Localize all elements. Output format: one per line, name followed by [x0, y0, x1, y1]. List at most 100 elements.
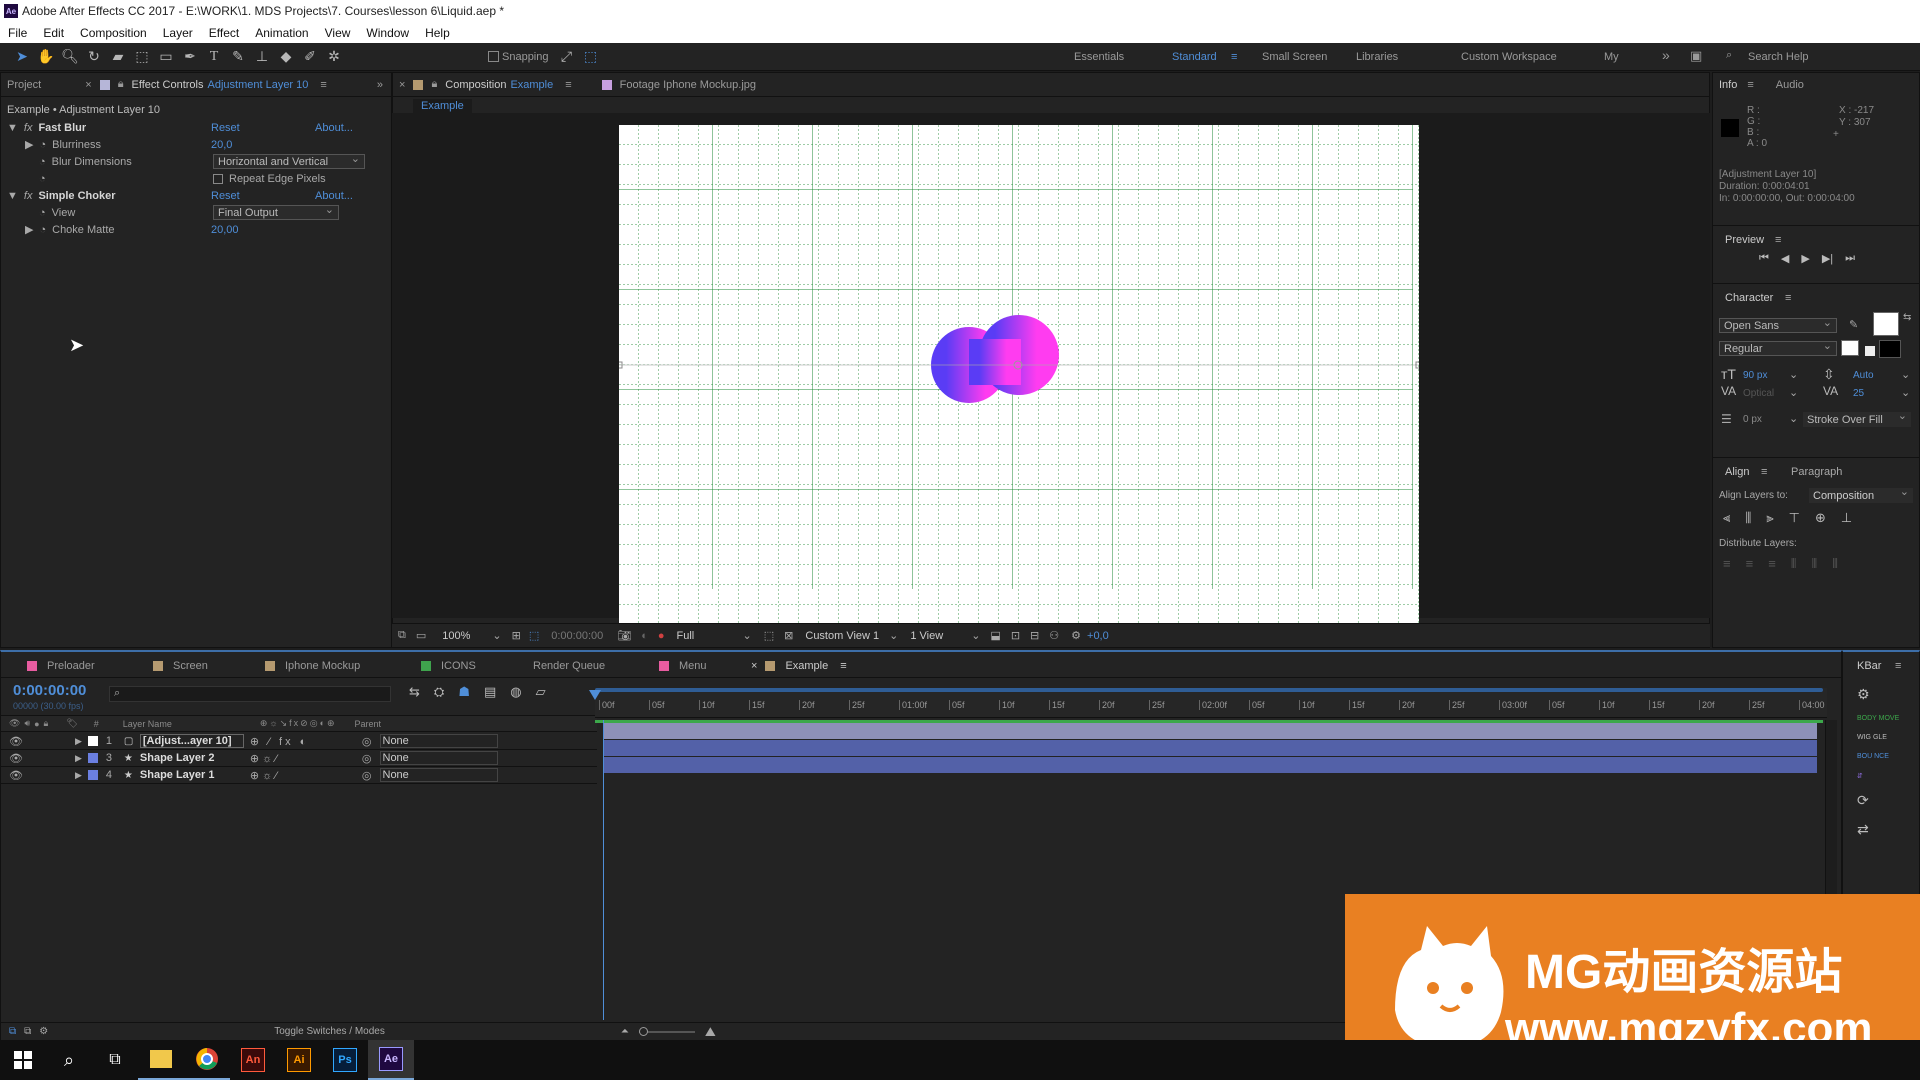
kbar-settings-icon[interactable]: ⚙	[1857, 686, 1899, 703]
tracking-value[interactable]: 25	[1853, 388, 1864, 399]
layer-duration-bar[interactable]	[603, 757, 1817, 773]
zoom-tool-icon[interactable]: 🔍︎	[58, 46, 82, 68]
about-button[interactable]: About...	[315, 122, 353, 134]
view-dropdown[interactable]: Custom View 1	[805, 630, 879, 642]
snap-options-icon[interactable]: ⤢	[555, 46, 579, 68]
clone-stamp-tool-icon[interactable]: ⊥	[250, 46, 274, 68]
expand-arrow-icon[interactable]: ▶	[25, 223, 33, 236]
next-frame-icon[interactable]: ▶|	[1822, 252, 1833, 265]
close-tab-icon[interactable]: ×	[751, 660, 757, 672]
comp-flowchart-icon[interactable]: ⊟	[1030, 629, 1039, 642]
tab-info[interactable]: Info	[1719, 79, 1737, 91]
align-center-h-icon[interactable]: ⫼	[1745, 510, 1751, 526]
timeline-tab-active[interactable]: × Example ≡	[751, 660, 847, 672]
expand-arrow-icon[interactable]: ▶	[75, 736, 82, 747]
panel-menu-icon[interactable]: ≡	[1895, 660, 1901, 672]
timeline-tab[interactable]: ICONS	[421, 660, 476, 672]
chevron-down-icon[interactable]: ⌄	[1901, 386, 1910, 399]
panel-menu-icon[interactable]: ≡	[320, 79, 326, 91]
tab-effect-controls[interactable]: Effect Controls	[132, 79, 204, 91]
snap-target-icon[interactable]: ⬚	[579, 46, 603, 68]
workspace-menu-icon[interactable]: ≡	[1231, 51, 1237, 63]
type-tool-icon[interactable]: T	[202, 46, 226, 68]
expand-layer-switches-icon[interactable]: ⧉	[9, 1026, 16, 1037]
visibility-eye-icon[interactable]: 👁︎	[9, 752, 23, 765]
menu-animation[interactable]: Animation	[255, 26, 308, 40]
menu-file[interactable]: File	[8, 26, 27, 40]
stroke-width-value[interactable]: 0 px	[1743, 414, 1762, 425]
workspace-toggle-icon[interactable]: ▣	[1690, 48, 1702, 64]
menu-window[interactable]: Window	[366, 26, 409, 40]
panel-menu-icon[interactable]: ≡	[1775, 234, 1781, 246]
layer-label-color[interactable]	[87, 770, 98, 780]
tab-footage[interactable]: Footage Iphone Mockup.jpg	[620, 79, 756, 91]
font-style-dropdown[interactable]: Regular	[1719, 339, 1837, 356]
first-frame-icon[interactable]: ⏮	[1759, 252, 1769, 265]
snapping-checkbox[interactable]	[486, 46, 500, 68]
pickwhip-icon[interactable]: ◎	[362, 769, 372, 782]
menu-composition[interactable]: Composition	[80, 26, 147, 40]
collapse-arrow-icon[interactable]: ▼	[7, 190, 18, 202]
photoshop-icon[interactable]: Ps	[322, 1040, 368, 1080]
tab-paragraph[interactable]: Paragraph	[1791, 466, 1842, 478]
after-effects-icon[interactable]: Ae	[368, 1040, 414, 1080]
menu-effect[interactable]: Effect	[209, 26, 239, 40]
always-preview-icon[interactable]: ⧉	[398, 629, 406, 642]
menu-edit[interactable]: Edit	[43, 26, 64, 40]
fx-icon[interactable]: fx	[24, 190, 33, 202]
work-area-bar[interactable]	[595, 688, 1823, 692]
current-time-display[interactable]: 0:00:00:00	[13, 682, 86, 699]
show-snapshot-icon[interactable]: ◐	[641, 630, 648, 642]
lock-icon[interactable]: 🔒︎	[431, 78, 437, 91]
close-tab-icon[interactable]: ×	[85, 79, 91, 91]
kbar-swap-icon[interactable]: ⇄	[1857, 821, 1899, 838]
menu-view[interactable]: View	[325, 26, 351, 40]
tab-audio[interactable]: Audio	[1776, 79, 1804, 91]
tab-project[interactable]: Project	[7, 79, 41, 91]
distribute-top-icon[interactable]: ≡	[1723, 556, 1731, 572]
view-dropdown[interactable]: Final Output	[213, 203, 339, 220]
parent-dropdown[interactable]: None	[379, 734, 498, 748]
black-white-swatch[interactable]	[1841, 340, 1859, 356]
workspace-my[interactable]: My	[1604, 51, 1619, 63]
motion-blur-icon[interactable]: ◍	[510, 684, 521, 700]
camera-tool-icon[interactable]: ▰	[106, 46, 130, 68]
comp-mini-flowchart-icon[interactable]: ⇆	[409, 684, 420, 700]
animate-icon[interactable]: An	[230, 1040, 276, 1080]
eyedropper-icon[interactable]: ✎	[1849, 318, 1858, 331]
chevron-down-icon[interactable]: ⌄	[971, 629, 980, 642]
choke-matte-value[interactable]: 20,00	[211, 224, 239, 236]
previous-frame-icon[interactable]: ◀	[1781, 252, 1789, 265]
pan-behind-tool-icon[interactable]: ⬚	[130, 46, 154, 68]
font-family-dropdown[interactable]: Open Sans	[1719, 316, 1837, 333]
exposure-reset-icon[interactable]: ⚙	[1071, 629, 1081, 642]
expand-arrow-icon[interactable]: ▶	[25, 138, 33, 151]
stroke-mode-dropdown[interactable]: Stroke Over Fill	[1803, 409, 1911, 427]
distribute-bottom-icon[interactable]: ≡	[1768, 556, 1776, 572]
frame-blending-icon[interactable]: ▤	[484, 684, 496, 700]
blur-dimensions-dropdown[interactable]: Horizontal and Vertical	[213, 152, 365, 169]
kbar-wiggle-icon[interactable]: WIG GLE	[1857, 734, 1899, 741]
align-center-v-icon[interactable]: ⊕	[1815, 510, 1826, 526]
draft-3d-icon[interactable]: ⊡	[1011, 629, 1020, 642]
shy-layers-icon[interactable]: ☗	[458, 684, 470, 700]
about-button[interactable]: About...	[315, 190, 353, 202]
expand-arrow-icon[interactable]: ▶	[75, 753, 82, 764]
transparency-grid-icon[interactable]: ⊠	[784, 629, 793, 642]
timeline-tab[interactable]: Screen	[153, 660, 208, 672]
task-view-icon[interactable]: ⧉	[92, 1040, 138, 1080]
font-size-value[interactable]: 90 px	[1743, 370, 1767, 381]
flowchart-icon[interactable]: ⚇	[1049, 629, 1059, 642]
fill-color-swatch[interactable]	[1873, 312, 1899, 336]
eraser-tool-icon[interactable]: ◆	[274, 46, 298, 68]
expand-arrow-icon[interactable]: ▶	[75, 770, 82, 781]
parent-dropdown[interactable]: None	[379, 768, 498, 782]
taskbar-search-icon[interactable]: ⌕	[46, 1040, 92, 1080]
kbar-script-icon[interactable]: BODY MOVE	[1857, 715, 1899, 722]
chevron-down-icon[interactable]: ⌄	[1789, 412, 1798, 425]
panel-menu-icon[interactable]: ≡	[840, 660, 846, 672]
tab-composition[interactable]: Composition	[445, 79, 506, 91]
panel-menu-icon[interactable]: ≡	[1747, 79, 1753, 91]
fit-icon[interactable]: ⊞	[512, 629, 521, 642]
fx-icon[interactable]: fx	[24, 122, 33, 134]
